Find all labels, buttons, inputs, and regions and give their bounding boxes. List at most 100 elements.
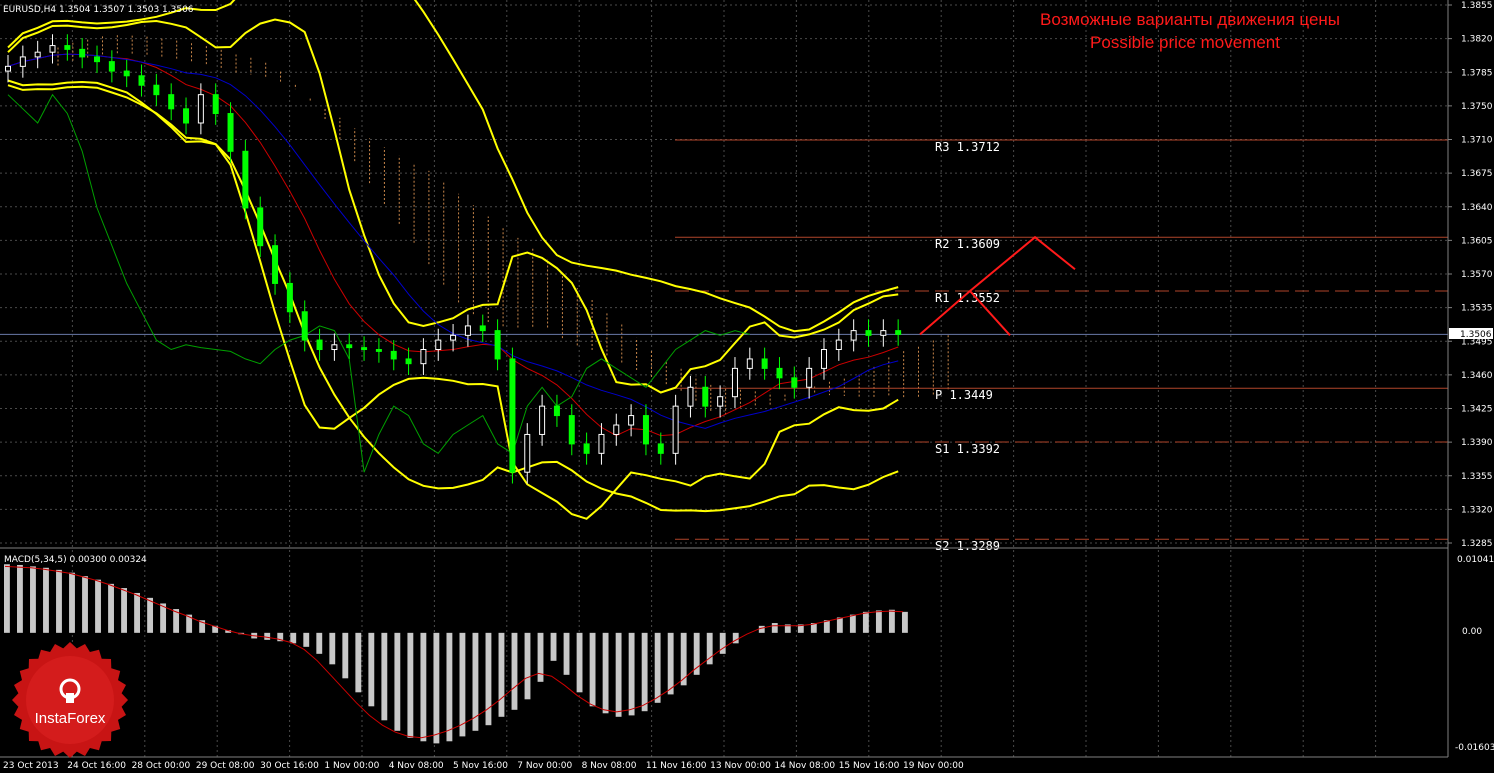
candle-body (642, 415, 649, 445)
candle-body (286, 282, 293, 313)
price-tick-label: 1.3355 (1461, 472, 1493, 482)
candle-body (791, 377, 798, 388)
logo-text: InstaForex (35, 710, 106, 727)
candle-body (34, 51, 41, 58)
macd-bar (329, 632, 336, 665)
candle-body (227, 113, 234, 152)
price-tick-label: 1.3425 (1461, 405, 1493, 415)
pivot-label-r2: R2 1.3609 (935, 237, 1000, 251)
pivot-label-s1: S1 1.3392 (935, 442, 1000, 456)
chart-canvas: R3 1.3712R2 1.3609R1 1.3552P 1.3449S1 1.… (0, 0, 1494, 773)
macd-bar (17, 564, 23, 633)
candle-body (731, 367, 738, 398)
candle-body (346, 344, 353, 349)
candle-body (168, 94, 175, 110)
time-tick-label: 7 Nov 00:00 (517, 761, 572, 771)
candle-body (375, 349, 382, 352)
macd-bar (485, 632, 492, 726)
time-tick-label: 23 Oct 2013 (3, 761, 59, 771)
time-tick-label: 30 Oct 16:00 (260, 761, 319, 771)
macd-bar (836, 617, 843, 633)
macd-bar (368, 632, 375, 707)
candle-body (420, 349, 427, 365)
macd-axis-top: 0.01041 (1457, 555, 1494, 565)
candle-body (613, 424, 620, 435)
candle-body (850, 330, 857, 341)
candle-body (272, 245, 279, 284)
macd-bar (69, 572, 75, 633)
macd-bar (82, 576, 88, 633)
pivot-label-s2: S2 1.3289 (935, 539, 1000, 553)
macd-bar (108, 583, 114, 633)
time-tick-label: 13 Nov 00:00 (710, 761, 771, 771)
macd-bar (160, 603, 167, 633)
candle-body (524, 433, 531, 473)
candle-body (657, 443, 664, 454)
candle-body (450, 334, 457, 341)
candle-body (776, 367, 783, 379)
macd-bar (30, 566, 36, 633)
macd-bar (758, 625, 765, 633)
time-tick-label: 8 Nov 08:00 (582, 761, 637, 771)
candle-body (672, 405, 679, 454)
macd-bar (43, 567, 49, 633)
candle-body (746, 358, 753, 369)
macd-bar (121, 588, 127, 633)
macd-bar (316, 632, 323, 654)
pivot-label-r3: R3 1.3712 (935, 140, 1000, 154)
time-tick-label: 28 Oct 00:00 (132, 761, 191, 771)
price-tick-label: 1.3640 (1461, 203, 1493, 213)
macd-bar (719, 632, 726, 654)
macd-bar (147, 597, 154, 633)
macd-bar (602, 632, 609, 714)
price-tick-label: 1.3675 (1461, 169, 1493, 179)
macd-bar (641, 632, 648, 712)
macd-bar (355, 632, 362, 693)
candle-body (435, 339, 442, 351)
candle-body (509, 358, 516, 473)
symbol-info: EURUSD,H4 1.3504 1.3507 1.3503 1.3506 (3, 5, 194, 15)
price-tick-label: 1.3710 (1461, 136, 1493, 146)
candle-body (19, 56, 26, 67)
candle-body (242, 150, 249, 209)
macd-axis-bottom: -0.01603 (1455, 743, 1494, 753)
candle-body (183, 108, 190, 124)
macd-bar (615, 632, 622, 717)
time-tick-label: 15 Nov 16:00 (839, 761, 900, 771)
candle-body (820, 349, 827, 369)
pivot-label-p: P 1.3449 (935, 388, 993, 402)
macd-bar (342, 632, 349, 679)
macd-bar (628, 632, 635, 716)
macd-bar (667, 632, 674, 695)
candle-body (628, 415, 635, 426)
macd-bar (446, 632, 453, 742)
macd-bar (4, 564, 10, 633)
candle-body (5, 65, 11, 72)
macd-bar (407, 632, 414, 738)
candle-body (331, 344, 338, 351)
candle-body (880, 330, 887, 336)
macd-bar (264, 632, 271, 640)
candle-body (212, 94, 219, 115)
macd-bar (524, 632, 531, 700)
macd-bar (498, 632, 505, 717)
macd-bar (563, 632, 570, 675)
candle-body (717, 396, 724, 407)
macd-bar (888, 609, 895, 633)
price-tick-label: 1.3390 (1461, 438, 1493, 448)
candle-body (702, 386, 709, 407)
candle-body (835, 339, 842, 351)
price-tick-label: 1.3285 (1461, 539, 1493, 549)
macd-bar (771, 623, 778, 633)
current-price-label: 1.3506 (1460, 330, 1492, 340)
price-tick-label: 1.3460 (1461, 371, 1493, 381)
candle-body (390, 350, 397, 360)
time-tick-label: 4 Nov 08:00 (389, 761, 444, 771)
time-tick-label: 5 Nov 16:00 (453, 761, 508, 771)
candle-body (197, 94, 204, 124)
candle-body (301, 311, 308, 341)
candle-body (464, 325, 471, 336)
candle-body (761, 358, 768, 369)
candle-body (94, 56, 101, 63)
candle-body (138, 75, 145, 86)
